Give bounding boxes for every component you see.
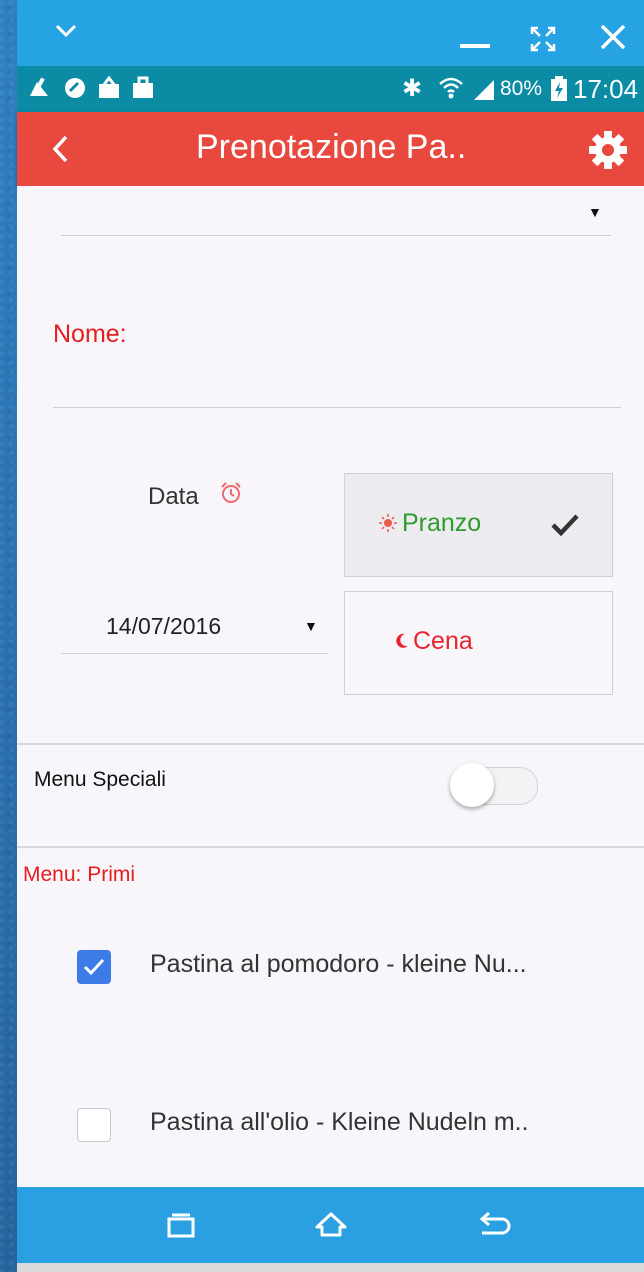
status-bar: ✱ 80% 17:04: [17, 66, 644, 112]
menu-item[interactable]: Pastina all'olio - Kleine Nudeln m..: [77, 1096, 637, 1156]
date-value: 14/07/2016: [106, 613, 222, 639]
moon-icon: [396, 633, 408, 648]
app-title: Prenotazione Pa..: [196, 128, 467, 166]
checkmark-icon: [83, 958, 105, 976]
signal-icon: [474, 80, 494, 100]
navigation-bar: [17, 1187, 644, 1263]
meal-option-label: Pranzo: [402, 509, 482, 537]
date-label: Data: [148, 483, 199, 510]
wifi-icon: [439, 77, 463, 99]
location-dropdown[interactable]: ▼: [61, 186, 611, 236]
minimize-icon[interactable]: [460, 44, 490, 50]
form-content: ▼ Nome: Data 14/07/2016 ▼ Pranzo Cena Me…: [17, 186, 644, 1187]
bluetooth-icon: ✱: [402, 75, 423, 102]
app-bar: Prenotazione Pa..: [17, 112, 644, 186]
section-divider: [17, 846, 644, 848]
settings-gear-icon[interactable]: [588, 130, 628, 170]
menu-section-label: Menu: Primi: [23, 863, 136, 886]
checkbox-unchecked[interactable]: [77, 1108, 111, 1142]
recent-apps-icon[interactable]: [165, 1213, 197, 1239]
menu-item-label: Pastina al pomodoro - kleine Nu...: [150, 950, 527, 978]
menu-item[interactable]: Pastina al pomodoro - kleine Nu...: [77, 938, 637, 998]
chevron-down-icon[interactable]: [55, 24, 77, 38]
mail-notification-icon: [99, 76, 119, 98]
cleaner-notification-icon: [30, 77, 48, 96]
meal-option-pranzo[interactable]: Pranzo: [344, 473, 613, 577]
checkmark-icon: [551, 514, 579, 537]
date-picker[interactable]: 14/07/2016 ▼: [61, 598, 328, 654]
store-notification-icon: [133, 76, 153, 98]
meal-option-label: Cena: [413, 627, 473, 655]
bottom-edge: [17, 1263, 644, 1272]
special-menu-toggle[interactable]: [450, 758, 538, 812]
status-time: 17:04: [573, 74, 639, 104]
name-input[interactable]: [53, 356, 621, 408]
name-label: Nome:: [53, 320, 127, 348]
sun-icon: [379, 514, 397, 532]
close-icon[interactable]: [600, 24, 626, 50]
dropdown-arrow-icon: ▼: [588, 204, 602, 220]
window-title-bar: [17, 0, 644, 66]
back-nav-icon[interactable]: [476, 1211, 512, 1239]
section-divider: [17, 743, 644, 745]
meal-option-cena[interactable]: Cena: [344, 591, 613, 695]
app-notification-icon: [65, 78, 85, 98]
date-dropdown-arrow-icon: ▼: [304, 618, 318, 634]
back-icon[interactable]: [51, 134, 69, 164]
battery-charging-icon: [551, 76, 567, 101]
menu-item-label: Pastina all'olio - Kleine Nudeln m..: [150, 1108, 529, 1136]
toggle-knob: [450, 763, 494, 807]
special-menu-label: Menu Speciali: [34, 768, 166, 791]
fullscreen-icon[interactable]: [530, 26, 556, 52]
battery-percent: 80%: [500, 77, 543, 100]
home-icon[interactable]: [313, 1211, 349, 1239]
checkbox-checked[interactable]: [77, 950, 111, 984]
alarm-clock-icon: [221, 482, 241, 503]
